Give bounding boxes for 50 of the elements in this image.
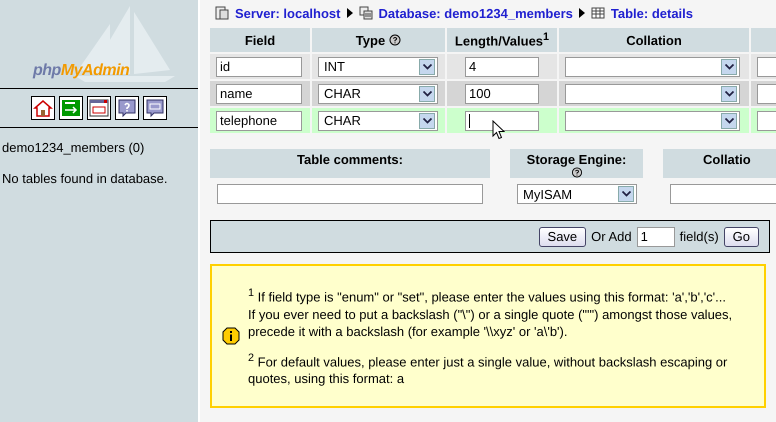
or-add-label: Or Add	[591, 229, 632, 244]
table-icon	[590, 6, 605, 20]
sql-window-icon[interactable]	[87, 96, 111, 120]
column-header: Length/Values$^{1}$	[447, 28, 557, 52]
column-header: Collation	[559, 28, 749, 52]
note-text: If you ever need to put a backslash ("\") or a single quote ("'") amongst those values, precede it with a backslash (for example '\\xyz' or 'a\'b').	[248, 306, 734, 340]
column-header: Type	[312, 28, 445, 52]
type-select[interactable]: CHAR	[318, 110, 438, 130]
length-input[interactable]	[465, 110, 539, 130]
sql-query-icon[interactable]	[143, 96, 167, 120]
field-count-input[interactable]: 1	[636, 226, 675, 246]
column-header: Table comments:	[210, 149, 490, 178]
go-button[interactable]: Go	[724, 226, 759, 246]
storage-engine-select[interactable]: MyISAM	[517, 184, 637, 204]
field-name-input[interactable]: id	[216, 56, 302, 76]
separator-arrow-icon	[346, 8, 352, 18]
info-icon	[222, 327, 240, 345]
empty-message: No tables found in database.	[1, 171, 169, 186]
server-icon	[215, 6, 229, 20]
length-input[interactable]: 100	[465, 84, 539, 104]
fields-label: field(s)	[680, 229, 719, 244]
collation-select[interactable]	[565, 110, 740, 130]
collation-select[interactable]	[565, 84, 740, 104]
database-link[interactable]: demo1234_members (0)	[0, 140, 198, 155]
database-icon	[358, 6, 372, 20]
separator-arrow-icon	[578, 8, 585, 18]
mouse-pointer-icon	[492, 120, 505, 140]
breadcrumb-link[interactable]: Server: localhost	[235, 6, 340, 20]
field-name-input[interactable]: telephone	[216, 110, 302, 130]
comments-input[interactable]	[217, 184, 483, 204]
save-button[interactable]: Save	[538, 226, 586, 246]
collation-select[interactable]	[565, 56, 740, 76]
breadcrumb-link[interactable]: Database: demo1234_members	[378, 6, 573, 20]
column-header: Field	[210, 28, 310, 52]
exit-icon[interactable]	[59, 96, 83, 120]
column-header: Storage Engine:	[510, 149, 643, 178]
note-text: $^{1}$ If field type is "enum" or "set", please enter the values using this format: 'a','b','c'...	[248, 286, 727, 306]
help-icon[interactable]	[570, 167, 582, 178]
help-icon[interactable]	[389, 34, 402, 46]
breadcrumb-link[interactable]: Table: details	[610, 6, 694, 20]
help-icon[interactable]	[115, 96, 139, 120]
type-select[interactable]: INT	[318, 56, 438, 76]
type-select[interactable]: CHAR	[318, 84, 438, 104]
note-text: $^{2}$ For default values, please enter just a single value, without backslash escaping or quotes, using this format: a	[248, 350, 728, 387]
collation-input[interactable]	[670, 184, 776, 204]
column-header: Collatio	[663, 149, 776, 178]
field-name-input[interactable]: name	[216, 84, 302, 104]
home-icon[interactable]	[31, 96, 55, 120]
length-input[interactable]: 4	[465, 56, 539, 76]
app-logo: phpMyAdmin	[33, 62, 130, 80]
